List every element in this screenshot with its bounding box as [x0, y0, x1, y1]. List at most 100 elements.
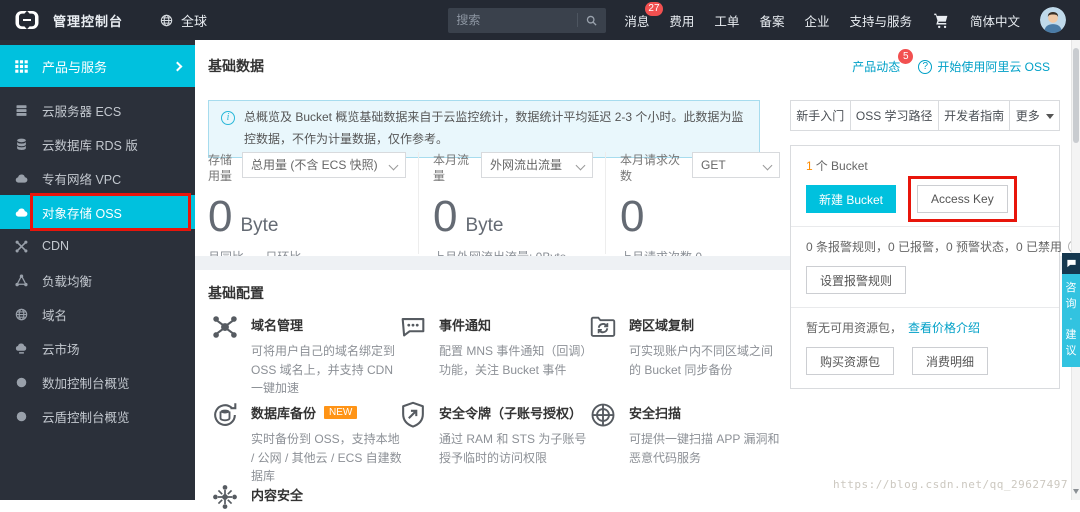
feature-security-scan[interactable]: 安全扫描 可提供一键扫描 APP 漏洞和恶意代码服务	[588, 400, 788, 482]
feature-title: 域名管理	[251, 318, 304, 333]
topbar-item-tickets[interactable]: 工单	[714, 11, 739, 30]
bucket-count-line: 1个 Bucket	[806, 159, 868, 173]
feature-domain-manage[interactable]: 域名管理 可将用户自己的域名绑定到 OSS 域名上，并支持 CDN 一键加速	[210, 312, 398, 400]
feedback-widget[interactable]: 咨询 · 建议	[1062, 253, 1080, 368]
sidebar-item-label: 专有网络 VPC	[42, 172, 122, 187]
feature-cross-region[interactable]: 跨区域复制可实现账户内不同区域之间的 Bucket 同步备份	[588, 312, 788, 400]
sidebar-item-oss[interactable]: 对象存储 OSS	[0, 193, 195, 231]
section-title-basic-config: 基础配置	[208, 285, 264, 301]
sidebar-item-label: 云盾控制台概览	[42, 410, 130, 425]
tab-getting-started[interactable]: 新手入门	[791, 101, 850, 130]
topbar-item-messages[interactable]: 消息 27	[624, 1, 663, 30]
consumption-detail-button[interactable]: 消费明细	[912, 347, 989, 375]
feature-event-notify[interactable]: 事件通知 配置 MNS 事件通知（回调）功能，关注 Bucket 事件	[398, 312, 588, 400]
scrollbar-down-arrow-icon[interactable]	[1073, 489, 1079, 497]
sidebar-item-label: 对象存储 OSS	[42, 206, 122, 221]
chat-bubble-icon	[1062, 253, 1080, 274]
topbar-nav: 消息 27 费用 工单 备案 企业 支持与服务 简体中文	[606, 1, 1080, 33]
stat-dropdown-traffic[interactable]: 外网流出流量	[481, 152, 593, 178]
sidebar-item-yundun[interactable]: 云盾控制台概览	[0, 399, 195, 433]
feature-title: 跨区域复制	[629, 318, 695, 333]
aliyun-logo-icon[interactable]	[14, 10, 40, 30]
feedback-vertical-label: 咨询 · 建议	[1062, 274, 1080, 368]
product-news-badge: 5	[898, 49, 914, 64]
stat-label: 本月流量	[433, 153, 470, 184]
stat-unit: Byte	[240, 215, 279, 237]
search-box	[448, 7, 607, 33]
sidebar: 产品与服务 云服务器 ECS 云数据库 RDS 版专有网络 VPC 对象存储 OSS…	[0, 40, 195, 500]
get-started-link[interactable]: ? 开始使用阿里云 OSS	[918, 58, 1050, 75]
sidebar-menu: 云服务器 ECS 云数据库 RDS 版专有网络 VPC 对象存储 OSS CDN 负载均…	[0, 93, 195, 433]
summary-panel: 1个 Bucket 新建 Bucket Access Key 0 条报警规则，0…	[790, 145, 1080, 389]
sidebar-item-label: CDN	[42, 239, 70, 253]
alarm-section: 0 条报警规则，0 已报警，0 预警状态，0 已禁用 ? 设置报警规则	[791, 227, 1080, 308]
sidebar-item-vpc[interactable]: 专有网络 VPC	[0, 161, 195, 195]
tab-more[interactable]: 更多	[1009, 101, 1059, 130]
sidebar-item-rds[interactable]: 云数据库 RDS 版	[0, 127, 195, 161]
product-news-link[interactable]: 产品动态 5	[852, 49, 914, 75]
console-title[interactable]: 管理控制台	[53, 11, 123, 30]
circle-icon	[14, 375, 29, 390]
globe-icon	[14, 307, 29, 322]
search-icon[interactable]	[585, 14, 598, 27]
topbar: 管理控制台 全球 消息27 费用 工单 备案 企业 支持与服务 简体中文	[0, 0, 1080, 40]
scrollbar-thumb[interactable]	[1073, 48, 1079, 143]
globe-icon	[159, 13, 174, 28]
region-label: 全球	[181, 13, 208, 29]
top-links: 产品动态 5 ? 开始使用阿里云 OSS	[852, 49, 1050, 75]
language-selector[interactable]: 简体中文	[970, 11, 1020, 30]
message-count-badge: 27	[645, 1, 663, 16]
region-selector[interactable]: 全球	[159, 11, 207, 30]
new-bucket-button[interactable]: 新建 Bucket	[806, 185, 897, 213]
set-alarm-rules-button[interactable]: 设置报警规则	[806, 266, 907, 294]
access-key-button[interactable]: Access Key	[917, 185, 1008, 213]
feature-content-security[interactable]: 内容安全	[210, 482, 398, 512]
feature-desc: 通过 RAM 和 STS 为子账号授予临时的访问权限	[439, 432, 587, 465]
feature-security-token[interactable]: 安全令牌（子账号授权） 通过 RAM 和 STS 为子账号授予临时的访问权限	[398, 400, 588, 482]
feature-db-backup[interactable]: 数据库备份 NEW 实时备份到 OSS，支持本地 / 公网 / 其他云 / ECS …	[210, 400, 402, 483]
sidebar-item-label: 云数据库 RDS 版	[42, 138, 138, 153]
stats-row: 存储用量总用量 (不含 ECS 快照)0Byte月同比 --日环比 --本月流量…	[208, 152, 780, 268]
stat-dropdown-storage[interactable]: 总用量 (不含 ECS 快照)	[242, 152, 406, 178]
tab-learning-path[interactable]: OSS 学习路径	[849, 101, 938, 130]
stat-value: 0 Byte	[208, 192, 279, 242]
sidebar-item-ecs[interactable]: 云服务器 ECS	[0, 93, 195, 127]
sidebar-item-label: 云市场	[42, 342, 80, 357]
buy-resource-pack-button[interactable]: 购买资源包	[806, 347, 895, 375]
features-grid: 域名管理 可将用户自己的域名绑定到 OSS 域名上，并支持 CDN 一键加速 事件通…	[210, 312, 788, 512]
circle-icon	[14, 409, 29, 424]
avatar[interactable]	[1040, 7, 1066, 33]
sidebar-item-cdn[interactable]: CDN	[0, 229, 195, 263]
sidebar-item-shujia[interactable]: 数加控制台概览	[0, 365, 195, 399]
topbar-item-enterprise[interactable]: 企业	[804, 11, 829, 30]
resource-text: 暂无可用资源包，	[806, 321, 903, 335]
feature-title: 安全令牌（子账号授权）	[439, 406, 583, 421]
sidebar-item-domain[interactable]: 域名	[0, 297, 195, 331]
price-intro-link[interactable]: 查看价格介绍	[908, 319, 980, 336]
stat-storage: 存储用量总用量 (不含 ECS 快照)0Byte月同比 --日环比 --	[208, 152, 418, 268]
stat-label: 存储用量	[208, 153, 233, 184]
topbar-item-billing[interactable]: 费用	[669, 11, 694, 30]
feature-title: 数据库备份	[251, 406, 317, 421]
stat-dropdown-requests[interactable]: GET	[692, 152, 780, 178]
sidebar-item-market[interactable]: 云市场	[0, 331, 195, 365]
info-icon: i	[221, 111, 235, 125]
stat-traffic: 本月流量外网流出流量0Byte上月外网流出流量: 0Byte	[418, 152, 605, 264]
cart-icon[interactable]	[932, 11, 950, 29]
feat-domain-icon	[210, 312, 240, 342]
info-alert: i 总概览及 Bucket 概览基础数据来自于云监控统计，数据统计平均延迟 2-…	[208, 100, 760, 159]
feat-notify-icon	[398, 312, 428, 342]
feature-title: 安全扫描	[629, 406, 682, 421]
main-content: 基础数据 产品动态 5 ? 开始使用阿里云 OSS i 总概览及 Bucket …	[195, 40, 1080, 509]
tab-dev-guide[interactable]: 开发者指南	[937, 101, 1010, 130]
watermark-url: https://blog.csdn.net/qq_29627497	[832, 478, 1068, 491]
search-input[interactable]	[456, 13, 571, 27]
sidebar-item-slb[interactable]: 负载均衡	[0, 263, 195, 297]
feat-region-icon	[588, 312, 618, 342]
right-panel: 新手入门 OSS 学习路径 开发者指南 更多 1个 Bucket 新建 Bucket …	[790, 100, 1080, 389]
chevron-right-icon	[172, 61, 183, 71]
sidebar-products-header[interactable]: 产品与服务	[0, 45, 195, 87]
feature-desc: 可实现账户内不同区域之间的 Bucket 同步备份	[629, 344, 774, 377]
topbar-item-support[interactable]: 支持与服务	[849, 11, 912, 30]
topbar-item-icp[interactable]: 备案	[759, 11, 784, 30]
